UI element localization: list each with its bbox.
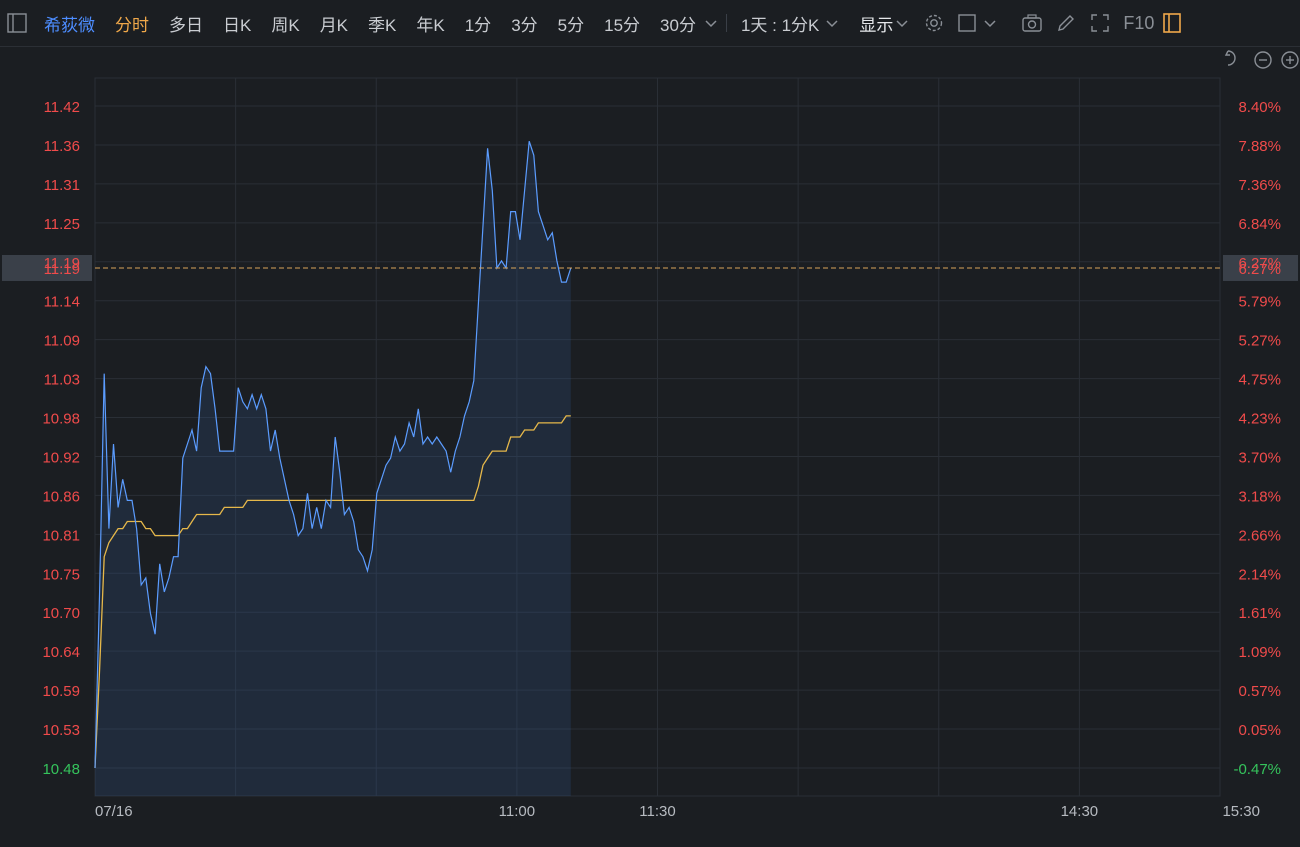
fullscreen-icon[interactable]	[1089, 12, 1111, 34]
x-tick-label: 15:30	[1222, 803, 1260, 820]
x-tick-label: 11:30	[639, 803, 675, 820]
y-tick-label-right: 4.23%	[1238, 411, 1281, 428]
layout-square-icon[interactable]	[957, 12, 979, 34]
y-tick-label-left: 10.59	[42, 683, 80, 700]
y-tick-label-left: 10.75	[42, 566, 80, 583]
y-tick-label-left: 10.98	[42, 411, 80, 428]
panel-toggle-icon[interactable]	[1160, 12, 1182, 34]
y-tick-label-right: 0.57%	[1238, 683, 1281, 700]
y-tick-label-right: -0.47%	[1233, 761, 1281, 778]
y-tick-label-right: 2.66%	[1238, 527, 1281, 544]
tab-week-k[interactable]: 周K	[261, 11, 309, 36]
zoom-out-icon[interactable]	[1254, 51, 1272, 69]
x-tick-label: 11:00	[499, 803, 535, 820]
sidebar-toggle-icon[interactable]	[6, 12, 28, 34]
camera-icon[interactable]	[1021, 12, 1043, 34]
y-tick-label-right: 5.27%	[1238, 333, 1281, 350]
more-periods-chevron-icon[interactable]	[700, 12, 722, 34]
y-tick-label-left: 10.48	[42, 761, 80, 778]
y-tick-label-right: 0.05%	[1238, 722, 1281, 739]
y-tick-label-left: 11.09	[44, 333, 80, 350]
y-tick-label-left: 11.42	[44, 99, 80, 116]
tab-3min[interactable]: 3分	[501, 11, 547, 36]
tab-day-k[interactable]: 日K	[213, 11, 261, 36]
chart-canvas: 11.19 6.27% 11.42 8.40% 11.36 7.88% 11.31 7.36…	[2, 50, 1299, 820]
tab-year-k[interactable]: 年K	[406, 11, 454, 36]
tab-1min[interactable]: 1分	[455, 11, 501, 36]
pencil-icon[interactable]	[1055, 12, 1077, 34]
gear-icon[interactable]	[923, 12, 945, 34]
display-menu-label: 显示	[859, 15, 894, 35]
display-chevron-icon[interactable]	[891, 12, 913, 34]
y-tick-label-right: 1.61%	[1238, 605, 1281, 622]
tab-intraday[interactable]: 分时	[105, 11, 159, 36]
x-tick-label: 14:30	[1061, 803, 1099, 820]
toolbar-divider	[725, 14, 727, 32]
f10-button[interactable]: F10	[1117, 13, 1160, 34]
y-tick-label-left: 10.92	[42, 449, 80, 466]
y-tick-label-right: 5.79%	[1238, 294, 1281, 311]
intraday-chart: 11.19 6.27% 11.42 8.40% 11.36 7.88% 11.31 7.36…	[0, 46, 1300, 842]
y-tick-label-left: 11.03	[44, 372, 80, 389]
chart-toolbar: 希荻微 分时 多日 日K 周K 月K 季K 年K 1分 3分 5分 15分 30…	[0, 0, 1300, 47]
y-tick-label-left: 10.64	[42, 644, 80, 661]
x-tick-label: 07/16	[95, 803, 133, 820]
tab-month-k[interactable]: 月K	[310, 11, 358, 36]
y-tick-label-left: 10.70	[42, 605, 80, 622]
tab-30min[interactable]: 30分	[650, 11, 706, 36]
chart-series: 11.19 6.27%	[2, 141, 1298, 796]
y-tick-label-left: 10.53	[42, 722, 80, 739]
y-tick-label-right: 3.18%	[1238, 488, 1281, 505]
y-tick-label-left: 11.14	[44, 294, 80, 311]
y-tick-label-right: 6.84%	[1238, 216, 1281, 233]
y-tick-label-left: 11.31	[44, 177, 80, 194]
tab-15min[interactable]: 15分	[594, 11, 650, 36]
tab-multi-day[interactable]: 多日	[159, 11, 213, 36]
period-select-label: 1天 : 1分K	[740, 15, 820, 35]
stock-name[interactable]: 希荻微	[34, 11, 105, 36]
y-tick-label-right: 8.40%	[1238, 99, 1281, 116]
y-tick-label-right: 1.09%	[1238, 644, 1281, 661]
y-tick-label-right: 2.14%	[1238, 566, 1281, 583]
y-tick-label-left: 10.86	[42, 488, 80, 505]
zoom-in-icon[interactable]	[1281, 51, 1299, 69]
y-tick-label-left: 10.81	[42, 527, 80, 544]
tab-quarter-k[interactable]: 季K	[358, 11, 406, 36]
y-tick-label-right: 7.36%	[1238, 177, 1281, 194]
tab-5min[interactable]: 5分	[548, 11, 594, 36]
undo-icon[interactable]	[1224, 50, 1236, 66]
period-select[interactable]: 1天 : 1分K	[731, 11, 821, 36]
y-tick-label-right: 6.27%	[1238, 255, 1281, 272]
display-menu[interactable]: 显示	[849, 11, 893, 36]
y-tick-label-left: 11.25	[44, 216, 80, 233]
y-tick-label-right: 7.88%	[1238, 138, 1281, 155]
y-tick-label-left: 11.19	[44, 255, 80, 272]
y-tick-label-right: 3.70%	[1238, 449, 1281, 466]
y-tick-label-right: 4.75%	[1238, 372, 1281, 389]
period-chevron-icon[interactable]	[821, 12, 843, 34]
layout-chevron-icon[interactable]	[979, 12, 1001, 34]
y-tick-label-left: 11.36	[44, 138, 80, 155]
